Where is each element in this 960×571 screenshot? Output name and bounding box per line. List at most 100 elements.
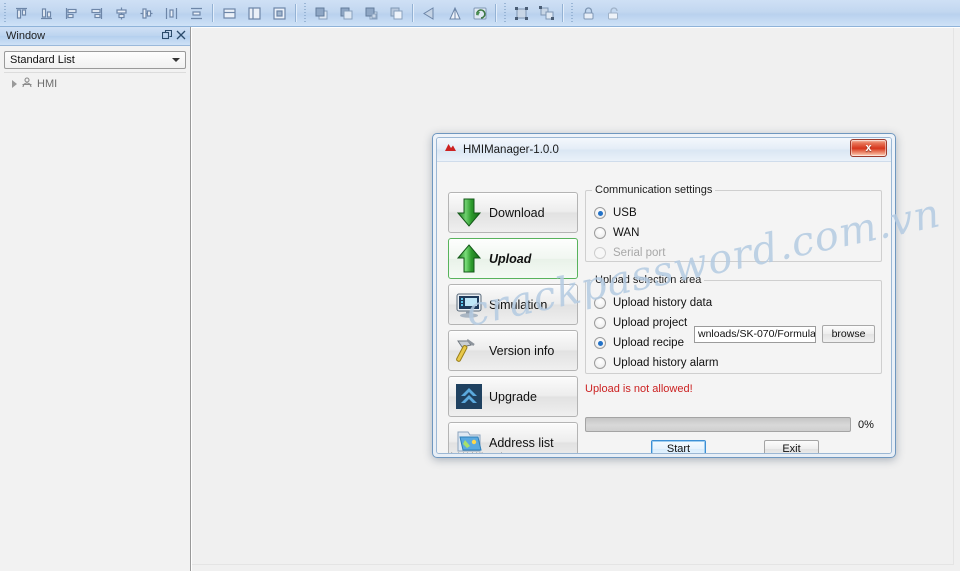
float-window-icon[interactable]	[162, 30, 172, 43]
rotate-icon[interactable]	[467, 2, 492, 25]
same-height-icon[interactable]	[217, 2, 242, 25]
lock-icon[interactable]	[576, 2, 601, 25]
radio-serial-port-label: Serial port	[613, 247, 665, 259]
tree-item-hmi[interactable]: HMI	[4, 76, 186, 92]
align-center-vertical-icon[interactable]	[109, 2, 134, 25]
communication-settings-title: Communication settings	[592, 184, 715, 196]
application-window: Window Standard List HMI	[0, 0, 960, 571]
radio-upload-project-label: Upload project	[613, 317, 687, 329]
ungroup-icon[interactable]	[534, 2, 559, 25]
list-type-selected-value: Standard List	[10, 54, 75, 66]
start-button[interactable]: Start	[651, 440, 706, 454]
upload-button[interactable]: Upload	[448, 238, 578, 279]
dialog-settings-column: Communication settings USB WAN Serial po…	[585, 190, 882, 395]
send-to-back-icon[interactable]	[334, 2, 359, 25]
radio-upload-project-indicator[interactable]	[594, 317, 606, 329]
toolbar-grip[interactable]	[502, 3, 508, 23]
dialog-title-bar[interactable]: HMIManager-1.0.0 x	[437, 138, 891, 162]
download-button[interactable]: Download	[448, 192, 578, 233]
progress-row: 0%	[585, 417, 885, 432]
download-button-label: Download	[489, 206, 545, 220]
address-list-button-label: Address list	[489, 436, 554, 450]
chevron-right-icon[interactable]	[12, 80, 17, 88]
close-icon[interactable]	[176, 30, 186, 43]
window-dock-panel: Window Standard List HMI	[0, 27, 191, 571]
dock-title-label: Window	[6, 30, 158, 42]
radio-wan-indicator[interactable]	[594, 227, 606, 239]
dock-title-bar: Window	[0, 27, 190, 46]
toolbar-separator	[495, 4, 497, 22]
align-bottom-icon[interactable]	[34, 2, 59, 25]
exit-button[interactable]: Exit	[764, 440, 819, 454]
dialog-close-button[interactable]: x	[850, 139, 887, 157]
same-size-icon[interactable]	[267, 2, 292, 25]
progress-percent-label: 0%	[858, 419, 874, 431]
hmi-manager-dialog: HMIManager-1.0.0 x	[432, 133, 896, 458]
upload-selection-group: Upload selection area Upload history dat…	[585, 280, 882, 374]
radio-upload-history-alarm[interactable]: Upload history alarm	[594, 353, 873, 373]
align-center-horizontal-icon[interactable]	[134, 2, 159, 25]
chevron-down-icon	[172, 58, 180, 62]
flip-horizontal-icon[interactable]	[417, 2, 442, 25]
radio-serial-port-indicator	[594, 247, 606, 259]
toolbar-grip[interactable]	[2, 3, 8, 23]
dialog-action-row: Start Exit	[585, 440, 885, 454]
send-backward-icon[interactable]	[384, 2, 409, 25]
align-right-icon[interactable]	[84, 2, 109, 25]
dialog-title-label: HMIManager-1.0.0	[463, 144, 559, 156]
same-width-icon[interactable]	[242, 2, 267, 25]
distribute-vertical-icon[interactable]	[184, 2, 209, 25]
upload-arrow-icon	[449, 243, 489, 274]
radio-upload-recipe-indicator[interactable]	[594, 337, 606, 349]
communication-settings-group: Communication settings USB WAN Serial po…	[585, 190, 882, 262]
radio-wan[interactable]: WAN	[594, 223, 873, 243]
toolbar-grip[interactable]	[569, 3, 575, 23]
radio-serial-port: Serial port	[594, 243, 873, 263]
bring-to-front-icon[interactable]	[309, 2, 334, 25]
align-top-icon[interactable]	[9, 2, 34, 25]
monitor-icon	[449, 291, 489, 319]
main-toolbar	[0, 0, 960, 27]
flip-vertical-icon[interactable]	[442, 2, 467, 25]
upgrade-button[interactable]: Upgrade	[448, 376, 578, 417]
unlock-icon[interactable]	[601, 2, 626, 25]
browse-button[interactable]: browse	[822, 325, 875, 343]
hammer-icon	[449, 337, 489, 365]
bring-forward-icon[interactable]	[359, 2, 384, 25]
version-info-button-label: Version info	[489, 344, 554, 358]
toolbar-separator	[212, 4, 214, 22]
tree-item-label: HMI	[37, 78, 57, 90]
radio-upload-history-data[interactable]: Upload history data	[594, 293, 873, 313]
align-left-icon[interactable]	[59, 2, 84, 25]
upload-progress-bar	[585, 417, 851, 432]
radio-upload-history-alarm-indicator[interactable]	[594, 357, 606, 369]
dialog-body: Download Upload	[437, 162, 891, 453]
recipe-path-input[interactable]: wnloads/SK-070/Formula.csv	[694, 326, 816, 343]
distribute-horizontal-icon[interactable]	[159, 2, 184, 25]
group-icon[interactable]	[509, 2, 534, 25]
hmi-node-icon	[21, 77, 33, 92]
download-arrow-icon	[449, 197, 489, 228]
radio-upload-history-alarm-label: Upload history alarm	[613, 357, 718, 369]
version-info-button[interactable]: Version info	[448, 330, 578, 371]
dock-content: Standard List HMI	[0, 47, 190, 571]
hmi-manager-icon	[444, 141, 457, 159]
radio-usb[interactable]: USB	[594, 203, 873, 223]
simulation-button[interactable]: Simulation	[448, 284, 578, 325]
upgrade-chevrons-icon	[449, 383, 489, 410]
dialog-nav-buttons: Download Upload	[448, 192, 578, 454]
toolbar-grip[interactable]	[302, 3, 308, 23]
radio-usb-indicator[interactable]	[594, 207, 606, 219]
window-tree[interactable]: HMI	[4, 72, 186, 560]
recipe-path-row: wnloads/SK-070/Formula.csv browse	[694, 325, 875, 343]
dialog-frame: HMIManager-1.0.0 x	[436, 137, 892, 454]
status-message: Upload is not allowed!	[585, 383, 882, 395]
upload-button-label: Upload	[489, 252, 531, 266]
radio-upload-recipe-label: Upload recipe	[613, 337, 684, 349]
toolbar-separator	[562, 4, 564, 22]
simulation-button-label: Simulation	[489, 298, 547, 312]
radio-upload-history-data-indicator[interactable]	[594, 297, 606, 309]
list-type-select[interactable]: Standard List	[4, 51, 186, 69]
upgrade-button-label: Upgrade	[489, 390, 537, 404]
radio-wan-label: WAN	[613, 227, 639, 239]
